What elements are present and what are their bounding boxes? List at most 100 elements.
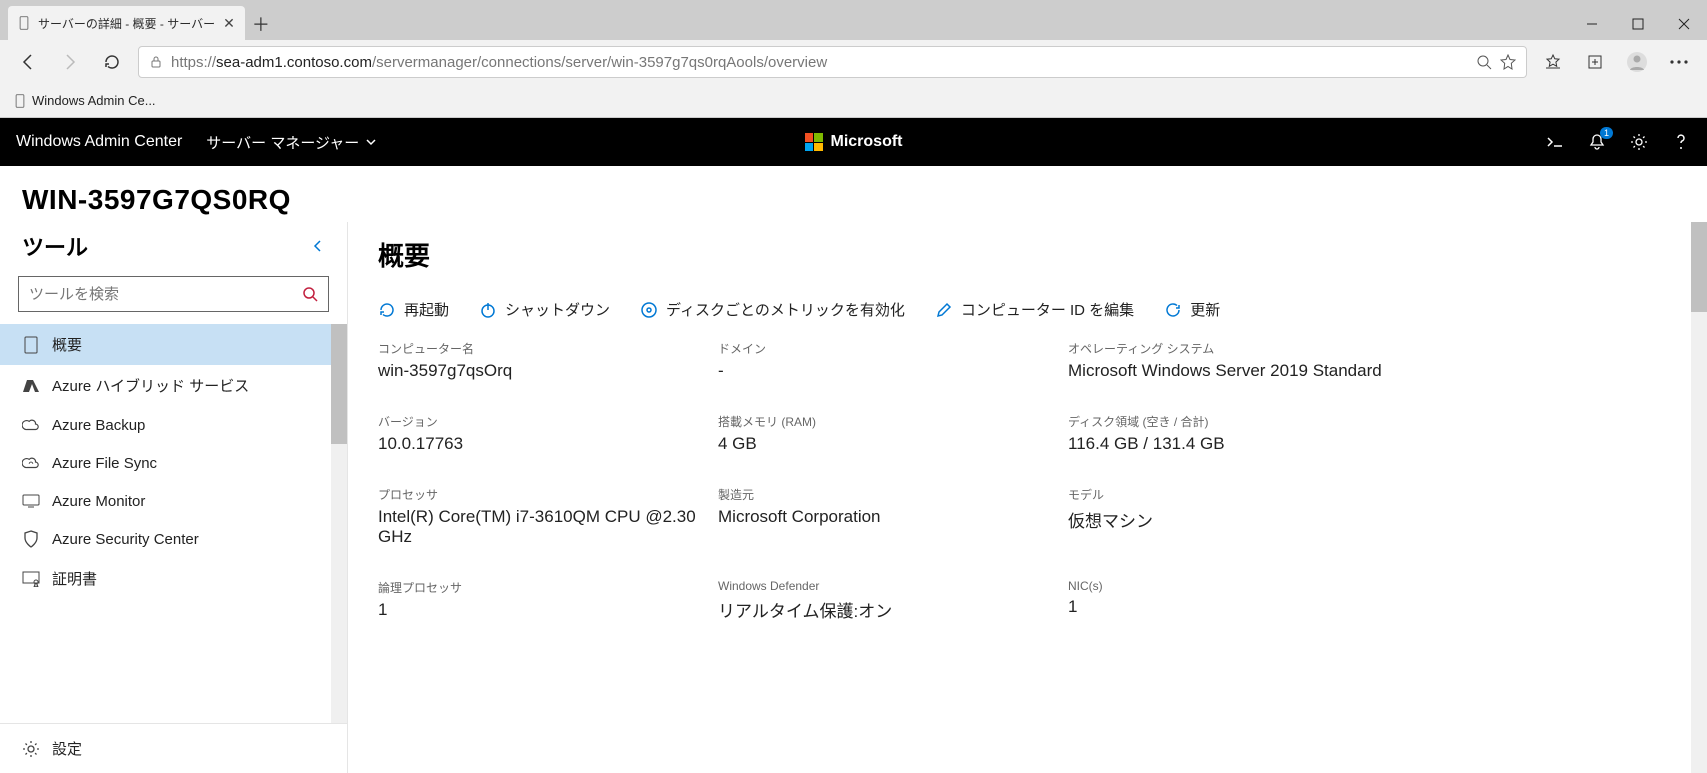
field-label: プロセッサ (378, 486, 718, 503)
ms-logo-label: Microsoft (831, 133, 903, 151)
filesync-icon (22, 454, 40, 472)
bookmark-item[interactable]: Windows Admin Ce... (14, 93, 156, 108)
window-minimize-button[interactable] (1569, 8, 1615, 40)
product-name[interactable]: Windows Admin Center (16, 133, 182, 151)
tools-title: ツール (22, 230, 88, 262)
field-value: 10.0.17763 (378, 434, 718, 454)
url-box[interactable]: https://sea-adm1.contoso.com/servermanag… (138, 46, 1527, 78)
tab-favicon (18, 16, 30, 30)
disk-metrics-button[interactable]: ディスクごとのメトリックを有効化 (640, 299, 905, 320)
sidebar-item-label: Azure ハイブリッド サービス (52, 375, 249, 396)
tool-search-input[interactable] (29, 286, 302, 303)
help-icon[interactable] (1671, 132, 1691, 152)
bookmark-bar: Windows Admin Ce... (0, 84, 1707, 118)
field-disk: ディスク領域 (空き / 合計)116.4 GB / 131.4 GB (1068, 413, 1677, 454)
field-value: Intel(R) Core(TM) i7-3610QM CPU @2.30 GH… (378, 507, 718, 547)
settings-gear-icon[interactable] (1629, 132, 1649, 152)
refresh-icon (1164, 301, 1182, 319)
monitor-icon (22, 492, 40, 510)
cmd-label: シャットダウン (505, 299, 610, 320)
bookmark-label: Windows Admin Ce... (32, 93, 156, 108)
sidebar-item-azure-file-sync[interactable]: Azure File Sync (0, 444, 347, 482)
disk-icon (640, 301, 658, 319)
field-label: 製造元 (718, 486, 1068, 503)
collections-icon[interactable] (1579, 46, 1611, 78)
browser-tab[interactable]: サーバーの詳細 - 概要 - サーバー ✕ (8, 6, 245, 40)
sidebar-scroll-thumb[interactable] (331, 324, 347, 444)
sidebar-item-settings[interactable]: 設定 (0, 724, 347, 773)
field-label: NIC(s) (1068, 579, 1677, 593)
zoom-icon[interactable] (1476, 54, 1492, 70)
azure-icon (22, 377, 40, 395)
notifications-icon[interactable]: 1 (1587, 132, 1607, 152)
favorites-list-icon[interactable] (1537, 46, 1569, 78)
app-header: Windows Admin Center サーバー マネージャー Microso… (0, 118, 1707, 166)
window-maximize-button[interactable] (1615, 8, 1661, 40)
nav-back-button[interactable] (12, 46, 44, 78)
sidebar-scrollbar[interactable] (331, 324, 347, 723)
field-value: リアルタイム保護:オン (718, 597, 1068, 622)
refresh-button[interactable]: 更新 (1164, 299, 1220, 320)
window-controls (1569, 8, 1707, 40)
collapse-sidebar-button[interactable] (311, 239, 325, 253)
field-model: モデル仮想マシン (1068, 486, 1677, 547)
new-tab-button[interactable]: ＋ (245, 8, 277, 40)
field-logical-cpu: 論理プロセッサ1 (378, 579, 718, 622)
window-close-button[interactable] (1661, 8, 1707, 40)
browser-menu-button[interactable] (1663, 46, 1695, 78)
field-domain: ドメイン- (718, 340, 1068, 381)
tool-search[interactable] (18, 276, 329, 312)
field-value: 1 (378, 600, 718, 620)
sidebar-item-azure-monitor[interactable]: Azure Monitor (0, 482, 347, 520)
field-os: オペレーティング システムMicrosoft Windows Server 20… (1068, 340, 1677, 381)
field-value: Microsoft Corporation (718, 507, 1068, 527)
sidebar-footer: 設定 (0, 723, 347, 773)
cloud-shell-icon[interactable] (1545, 132, 1565, 152)
sidebar-item-azure-hybrid[interactable]: Azure ハイブリッド サービス (0, 365, 347, 406)
field-value: win-3597g7qsOrq (378, 361, 718, 381)
sidebar-item-azure-backup[interactable]: Azure Backup (0, 406, 347, 444)
nav-forward-button[interactable] (54, 46, 86, 78)
nav-refresh-button[interactable] (96, 46, 128, 78)
info-grid: コンピューター名win-3597g7qsOrq ドメイン- オペレーティング シ… (378, 340, 1677, 622)
tab-strip: サーバーの詳細 - 概要 - サーバー ✕ ＋ (0, 0, 1707, 40)
sidebar-item-certificates[interactable]: 証明書 (0, 558, 347, 599)
sidebar-item-azure-security[interactable]: Azure Security Center (0, 520, 347, 558)
main-scroll-thumb[interactable] (1691, 222, 1707, 312)
tools-header: ツール (0, 222, 347, 276)
edit-computer-id-button[interactable]: コンピューター ID を編集 (935, 299, 1134, 320)
context-dropdown-label: サーバー マネージャー (206, 132, 359, 153)
main-panel: 概要 再起動 シャットダウン ディスクごとのメトリックを有効化 コンピューター … (348, 222, 1707, 773)
certificate-icon (22, 570, 40, 588)
page-title: 概要 (378, 222, 1677, 299)
microsoft-logo: Microsoft (805, 133, 903, 151)
cmd-label: ディスクごとのメトリックを有効化 (666, 299, 905, 320)
browser-chrome: サーバーの詳細 - 概要 - サーバー ✕ ＋ https://sea-adm1… (0, 0, 1707, 118)
field-ram: 搭載メモリ (RAM)4 GB (718, 413, 1068, 454)
gear-icon (22, 740, 40, 758)
sidebar: ツール 概要 Azure ハイブリッド サービス (0, 222, 348, 773)
sidebar-item-label: 証明書 (52, 568, 97, 589)
sidebar-item-label: 概要 (52, 334, 82, 355)
main-scrollbar[interactable] (1691, 222, 1707, 773)
context-dropdown[interactable]: サーバー マネージャー (206, 132, 377, 153)
search-icon (302, 286, 318, 302)
favorite-star-icon[interactable] (1500, 54, 1516, 70)
field-manufacturer: 製造元 Microsoft Corporation (718, 486, 1068, 547)
field-value: 116.4 GB / 131.4 GB (1068, 434, 1677, 454)
field-label: 搭載メモリ (RAM) (718, 413, 1068, 430)
tab-close-button[interactable]: ✕ (223, 15, 235, 32)
field-value: Microsoft Windows Server 2019 Standard (1068, 361, 1677, 381)
field-value: 仮想マシン (1068, 507, 1677, 532)
sidebar-item-overview[interactable]: 概要 (0, 324, 347, 365)
sidebar-item-label: 設定 (52, 738, 82, 759)
lock-icon (149, 55, 163, 69)
cmd-label: コンピューター ID を編集 (961, 299, 1134, 320)
shield-icon (22, 530, 40, 548)
ms-logo-icon (805, 133, 823, 151)
shutdown-button[interactable]: シャットダウン (479, 299, 610, 320)
backup-icon (22, 416, 40, 434)
restart-button[interactable]: 再起動 (378, 299, 449, 320)
sidebar-item-label: Azure Monitor (52, 493, 145, 510)
profile-avatar[interactable] (1621, 46, 1653, 78)
